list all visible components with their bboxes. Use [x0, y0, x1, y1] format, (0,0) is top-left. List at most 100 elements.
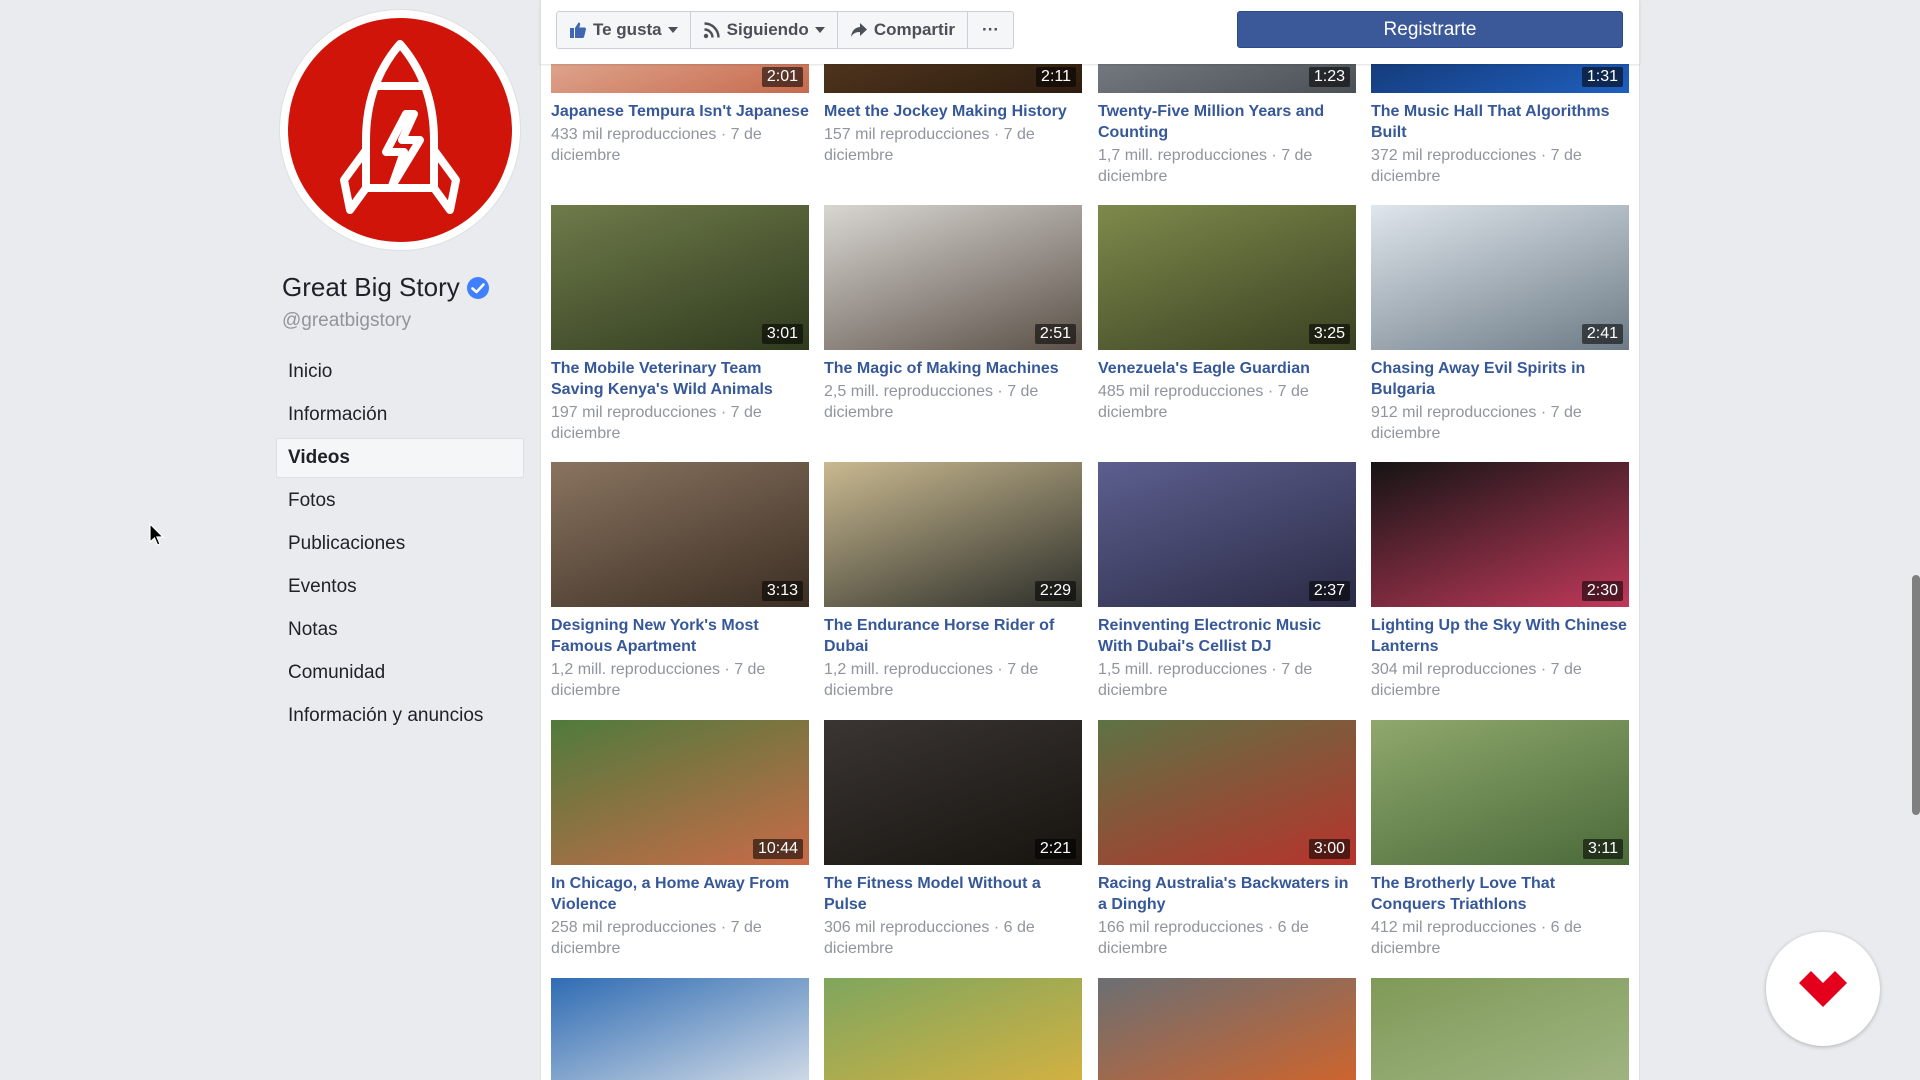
video-thumbnail[interactable]: 3:11 [1371, 720, 1629, 865]
video-duration: 3:25 [1308, 324, 1350, 344]
video-thumbnail[interactable]: 2:41 [1371, 205, 1629, 350]
share-arrow-icon [850, 23, 867, 37]
video-title-link[interactable]: Venezuela's Eagle Guardian [1098, 358, 1356, 379]
video-thumbnail[interactable]: 2:30 [1371, 462, 1629, 607]
video-thumbnail[interactable]: 3:01 [551, 205, 809, 350]
video-title-link[interactable]: The Music Hall That Algorithms Built [1371, 101, 1629, 143]
video-card[interactable]: 2:29 The Endurance Horse Rider of Dubai 1,… [824, 462, 1082, 701]
video-views-date: 433 mil reproducciones · 7 de diciembre [551, 126, 762, 164]
video-views-date: 1,2 mill. reproducciones · 7 de diciembr… [824, 661, 1039, 699]
register-button[interactable]: Registrarte [1237, 11, 1623, 48]
page-actions-group: Te gusta Siguiendo Compartir ··· [556, 11, 1015, 49]
like-button[interactable]: Te gusta [557, 12, 691, 48]
video-title-link[interactable]: Twenty-Five Million Years and Counting [1098, 101, 1356, 143]
sidebar-item-informacion[interactable]: Información [276, 395, 524, 435]
mouse-cursor-icon [149, 522, 165, 552]
sidebar-item-inicio[interactable]: Inicio [276, 352, 524, 392]
video-title-link[interactable]: In Chicago, a Home Away From Violence [551, 873, 809, 915]
sidebar-item-videos[interactable]: Videos [276, 438, 524, 478]
video-title-link[interactable]: Chasing Away Evil Spirits in Bulgaria [1371, 358, 1629, 400]
sidebar-item-eventos[interactable]: Eventos [276, 567, 524, 607]
page-name-text[interactable]: Great Big Story [282, 272, 460, 303]
video-feed[interactable]: 2:01 Japanese Tempura Isn't Japanese 433 m… [540, 0, 1640, 1080]
page-handle: @greatbigstory [282, 310, 412, 331]
scrollbar-thumb[interactable] [1912, 575, 1920, 815]
video-duration: 2:01 [761, 67, 803, 87]
chevron-down-icon [814, 27, 825, 33]
video-title-link[interactable]: The Fitness Model Without a Pulse [824, 873, 1082, 915]
video-views-date: 412 mil reproducciones · 6 de diciembre [1371, 919, 1582, 957]
video-duration: 10:44 [752, 839, 803, 859]
sidebar-item-fotos[interactable]: Fotos [276, 481, 524, 521]
video-views-date: 304 mil reproducciones · 7 de diciembre [1371, 661, 1582, 699]
thumbs-up-icon [570, 22, 586, 38]
video-card[interactable]: 2:30 Lighting Up the Sky With Chinese Lan… [1371, 462, 1629, 701]
sidebar-item-notas[interactable]: Notas [276, 610, 524, 650]
video-views-date: 2,5 mill. reproducciones · 7 de diciembr… [824, 383, 1039, 421]
video-card[interactable]: 2:37 Reinventing Electronic Music With Du… [1098, 462, 1356, 701]
video-card[interactable]: 3:01 The Mobile Veterinary Team Saving Ke… [551, 205, 809, 444]
video-title-link[interactable]: The Magic of Making Machines [824, 358, 1082, 379]
video-card[interactable]: 3:00 Racing Australia's Backwaters in a D… [1098, 720, 1356, 959]
video-views-date: 372 mil reproducciones · 7 de diciembre [1371, 147, 1582, 185]
video-card[interactable]: 2:51 The Magic of Making Machines 2,5 mill… [824, 205, 1082, 423]
video-title-link[interactable]: The Endurance Horse Rider of Dubai [824, 615, 1082, 657]
video-duration: 2:29 [1034, 581, 1076, 601]
video-title-link[interactable]: The Brotherly Love That Conquers Triathl… [1371, 873, 1629, 915]
video-title-link[interactable]: The Mobile Veterinary Team Saving Kenya'… [551, 358, 809, 400]
video-thumbnail[interactable]: 3:00 [1098, 720, 1356, 865]
page-avatar[interactable] [280, 10, 520, 250]
video-card[interactable]: 3:13 Designing New York's Most Famous Apa… [551, 462, 809, 701]
video-thumbnail[interactable]: 2:51 [824, 205, 1082, 350]
video-views-date: 485 mil reproducciones · 7 de diciembre [1098, 383, 1309, 421]
video-card[interactable] [1371, 978, 1629, 1080]
video-title-link[interactable]: Lighting Up the Sky With Chinese Lantern… [1371, 615, 1629, 657]
rss-icon [703, 22, 720, 39]
video-thumbnail[interactable]: 2:37 [1098, 462, 1356, 607]
video-duration: 1:23 [1308, 67, 1350, 87]
sidebar-item-publicaciones[interactable]: Publicaciones [276, 524, 524, 564]
sidebar-item-comunidad[interactable]: Comunidad [276, 653, 524, 693]
video-duration: 2:11 [1036, 67, 1076, 87]
video-thumbnail[interactable]: 3:25 [1098, 205, 1356, 350]
video-thumbnail[interactable]: 10:44 [551, 720, 809, 865]
sidebar-item-informacion-anuncios[interactable]: Información y anuncios [276, 696, 524, 736]
video-title-link[interactable]: Racing Australia's Backwaters in a Dingh… [1098, 873, 1356, 915]
video-card[interactable] [824, 978, 1082, 1080]
video-title-link[interactable]: Meet the Jockey Making History [824, 101, 1082, 122]
following-button[interactable]: Siguiendo [691, 12, 838, 48]
verified-badge-icon [466, 276, 490, 300]
video-thumbnail[interactable] [824, 978, 1082, 1080]
watermark-logo [1766, 932, 1880, 1046]
video-thumbnail[interactable] [1371, 978, 1629, 1080]
rocket-logo [288, 18, 512, 242]
video-thumbnail[interactable]: 3:13 [551, 462, 809, 607]
video-views-date: 912 mil reproducciones · 7 de diciembre [1371, 404, 1582, 442]
more-dots-icon: ··· [982, 20, 1000, 39]
video-views-date: 306 mil reproducciones · 6 de diciembre [824, 919, 1035, 957]
video-card[interactable]: 2:21 The Fitness Model Without a Pulse 306… [824, 720, 1082, 959]
heart-logo-icon [1799, 971, 1847, 1007]
video-views-date: 157 mil reproducciones · 7 de diciembre [824, 126, 1035, 164]
video-card[interactable]: 10:44 In Chicago, a Home Away From Violen… [551, 720, 809, 959]
video-title-link[interactable]: Designing New York's Most Famous Apartme… [551, 615, 809, 657]
video-thumbnail[interactable]: 2:29 [824, 462, 1082, 607]
video-card[interactable]: 3:11 The Brotherly Love That Conquers Tri… [1371, 720, 1629, 959]
following-button-label: Siguiendo [726, 20, 809, 39]
video-title-link[interactable]: Japanese Tempura Isn't Japanese [551, 101, 809, 122]
video-thumbnail[interactable] [1098, 978, 1356, 1080]
page-title[interactable]: Great Big Story [282, 272, 490, 303]
video-views-date: 197 mil reproducciones · 7 de diciembre [551, 404, 762, 442]
share-button-label: Compartir [873, 20, 956, 39]
video-card[interactable] [1098, 978, 1356, 1080]
share-button[interactable]: Compartir [838, 12, 969, 48]
more-options-button[interactable]: ··· [968, 12, 1013, 48]
video-title-link[interactable]: Reinventing Electronic Music With Dubai'… [1098, 615, 1356, 657]
video-thumbnail[interactable]: 2:21 [824, 720, 1082, 865]
video-duration: 3:13 [761, 581, 803, 601]
video-card[interactable]: 3:25 Venezuela's Eagle Guardian 485 mil re… [1098, 205, 1356, 423]
video-card[interactable] [551, 978, 809, 1080]
video-card[interactable]: 2:41 Chasing Away Evil Spirits in Bulgari… [1371, 205, 1629, 444]
video-duration: 1:31 [1581, 67, 1623, 87]
video-thumbnail[interactable] [551, 978, 809, 1080]
